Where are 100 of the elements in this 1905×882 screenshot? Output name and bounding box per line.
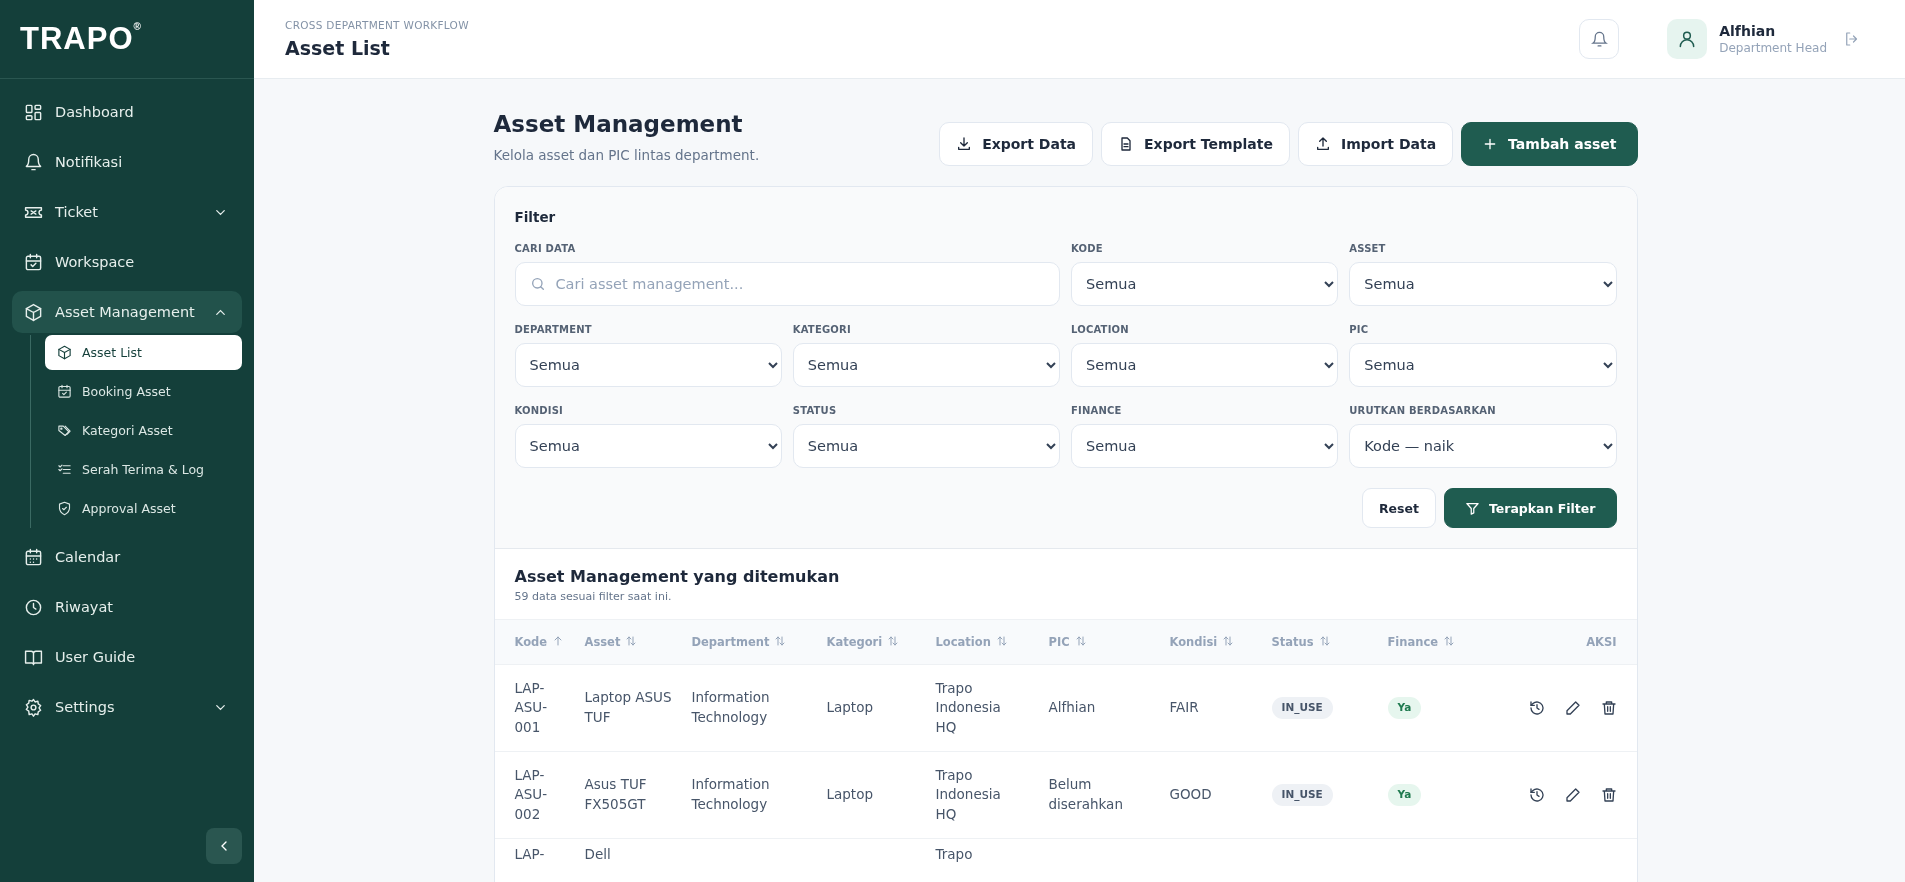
- logo: TRAPO$^{®}$: [20, 21, 142, 57]
- table-cell-text: LAP-ASU-001: [514, 678, 549, 737]
- field-label: LOCATION: [1071, 324, 1130, 335]
- page-title: Asset List: [285, 37, 391, 59]
- nav-subitem[interactable]: Serah Terima & Log: [45, 452, 242, 487]
- box-icon: [24, 302, 43, 322]
- action-button[interactable]: Tambah asset: [1461, 122, 1638, 166]
- nav-item[interactable]: Ticket: [12, 191, 242, 233]
- table-cell-text: Trapo: [935, 845, 973, 864]
- finance-badge: Ya: [1387, 784, 1422, 806]
- select-field[interactable]: Semua: [514, 424, 782, 468]
- nav-item[interactable]: Dashboard: [12, 91, 242, 133]
- nav-item[interactable]: Notifikasi: [12, 141, 242, 183]
- status-badge: IN_USE: [1271, 697, 1333, 719]
- nav-item[interactable]: Asset Management: [12, 291, 242, 333]
- edit-icon[interactable]: [1564, 787, 1581, 803]
- sort-icon: [1222, 635, 1235, 647]
- field-label: DEPARTMENT: [514, 324, 593, 335]
- results-title: Asset Management yang ditemukan: [514, 567, 841, 586]
- select-field[interactable]: Kode — naik: [1349, 424, 1617, 468]
- action-button[interactable]: Export Template: [1101, 122, 1290, 166]
- sort-icon: [625, 635, 638, 647]
- clock-icon: [24, 597, 43, 617]
- user-name: Alfhian: [1719, 23, 1777, 39]
- nav-item[interactable]: Riwayat: [12, 586, 242, 628]
- table-cell: Information Technology: [691, 776, 770, 812]
- select-field[interactable]: Semua: [1071, 262, 1339, 306]
- nav-item[interactable]: Calendar: [12, 536, 242, 578]
- calcheck-icon: [24, 252, 43, 272]
- table-cell: Laptop: [826, 699, 873, 716]
- sort-icon: [1318, 635, 1331, 647]
- table-cell-text: Trapo Indonesia HQ: [935, 678, 1002, 737]
- select-field[interactable]: Semua: [1349, 343, 1617, 387]
- nav-subitem[interactable]: Booking Asset: [45, 374, 242, 409]
- table-cell: Information Technology: [691, 689, 770, 725]
- edit-icon[interactable]: [1564, 700, 1581, 716]
- bell-icon: [1590, 30, 1608, 48]
- book-icon: [24, 647, 43, 667]
- download-icon: [956, 136, 973, 152]
- table-cell-text: LAP-: [514, 845, 546, 864]
- collapse-sidebar-button[interactable]: [206, 828, 242, 864]
- box-icon: [57, 345, 72, 360]
- upload-icon: [1315, 136, 1331, 152]
- breadcrumb: CROSS DEPARTMENT WORKFLOW: [285, 19, 469, 31]
- select-field[interactable]: Semua: [1071, 424, 1339, 468]
- select-field[interactable]: Semua: [514, 343, 782, 387]
- table-cell: Laptop: [826, 786, 873, 803]
- history-icon[interactable]: [1528, 700, 1545, 716]
- search-input[interactable]: Cari asset management...: [553, 275, 1045, 293]
- calendar-icon: [24, 547, 43, 567]
- select-field[interactable]: Semua: [792, 424, 1060, 468]
- filter-icon: [1464, 500, 1480, 516]
- table-cell-text: Laptop ASUS TUF: [584, 688, 673, 727]
- nav-subitem[interactable]: Approval Asset: [45, 491, 242, 526]
- field-label: KONDISI: [514, 405, 564, 416]
- search-field[interactable]: Cari asset management...: [514, 262, 1060, 306]
- table-cell-text: Dell: [584, 845, 611, 864]
- filter-title: Filter: [514, 209, 557, 225]
- field-label: ASSET: [1349, 243, 1387, 254]
- history-icon[interactable]: [1528, 787, 1545, 803]
- sort-icon: [1074, 635, 1087, 647]
- sort-icon: [887, 635, 900, 647]
- shield-icon: [57, 501, 72, 516]
- gear-icon: [24, 697, 43, 717]
- table-cell: Belum diserahkan: [1048, 776, 1123, 812]
- sort-icon: [774, 635, 787, 647]
- calcheck-icon: [57, 384, 72, 399]
- nav-item[interactable]: Settings: [12, 686, 242, 728]
- nav-item[interactable]: User Guide: [12, 636, 242, 678]
- select-field[interactable]: Semua: [792, 343, 1060, 387]
- status-badge: IN_USE: [1271, 784, 1333, 806]
- field-label: CARI DATA: [514, 243, 577, 254]
- user-role: Department Head: [1719, 41, 1827, 55]
- results-count: 59 data sesuai filter saat ini.: [514, 590, 673, 603]
- table-cell: FAIR: [1169, 699, 1199, 716]
- field-label: KATEGORI: [792, 324, 852, 335]
- nav-subitem[interactable]: Kategori Asset: [45, 413, 242, 448]
- field-label: PIC: [1349, 324, 1370, 335]
- action-button[interactable]: Import Data: [1298, 122, 1454, 166]
- tag-icon: [57, 423, 72, 438]
- filter-button[interactable]: Terapkan Filter: [1443, 488, 1617, 528]
- sort-icon: [995, 635, 1008, 647]
- table-cell-text: Asus TUF FX505GT: [584, 775, 648, 814]
- select-field[interactable]: Semua: [1071, 343, 1339, 387]
- list-icon: [57, 462, 72, 477]
- grid-icon: [24, 102, 43, 122]
- filter-button[interactable]: Reset: [1361, 488, 1436, 528]
- section-subtitle: Kelola asset dan PIC lintas department.: [493, 147, 760, 163]
- select-field[interactable]: Semua: [1349, 262, 1617, 306]
- nav-subitem[interactable]: Asset List: [45, 335, 242, 370]
- notification-button[interactable]: [1579, 19, 1620, 59]
- table-cell: Alfhian: [1048, 699, 1096, 716]
- action-button[interactable]: Export Data: [939, 122, 1094, 166]
- section-title: Asset Management: [493, 111, 744, 137]
- nav-item[interactable]: Workspace: [12, 241, 242, 283]
- search-icon: [529, 276, 546, 292]
- field-label: URUTKAN BERDASARKAN: [1349, 405, 1497, 416]
- trash-icon[interactable]: [1600, 787, 1617, 803]
- field-label: KODE: [1071, 243, 1104, 254]
- trash-icon[interactable]: [1600, 700, 1617, 716]
